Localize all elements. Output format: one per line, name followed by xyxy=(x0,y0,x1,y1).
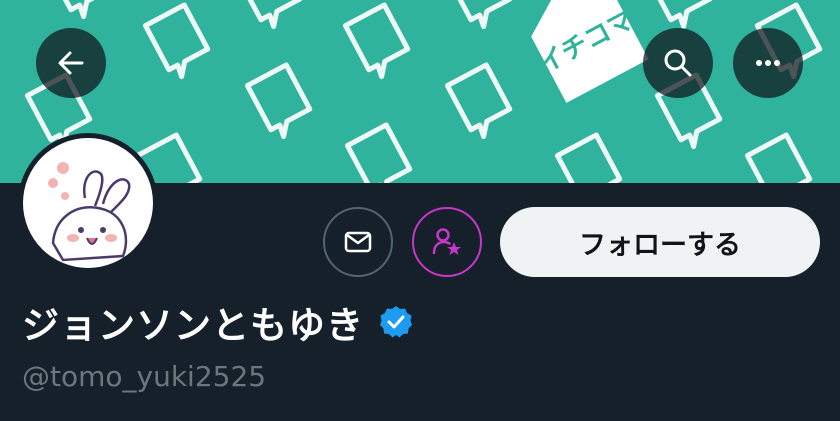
more-horizontal-icon xyxy=(756,60,780,66)
arrow-left-icon xyxy=(58,51,84,75)
banner-sign-icon: イチコマ xyxy=(531,0,649,103)
name-row: ジョンソンともゆき xyxy=(22,295,414,349)
back-button[interactable] xyxy=(36,28,106,98)
search-button[interactable] xyxy=(643,28,713,98)
person-star-icon xyxy=(432,228,461,255)
follow-button[interactable]: フォローする xyxy=(500,207,820,277)
display-name: ジョンソンともゆき xyxy=(22,304,364,347)
message-button[interactable] xyxy=(323,207,393,277)
subscribe-button[interactable] xyxy=(412,207,482,277)
rabbit-avatar-icon xyxy=(23,138,153,268)
avatar[interactable] xyxy=(18,133,158,273)
more-button[interactable] xyxy=(733,28,803,98)
user-handle: @tomo_yuki2525 xyxy=(22,360,267,393)
verified-badge-icon[interactable] xyxy=(378,304,414,340)
envelope-icon xyxy=(344,231,372,253)
search-icon xyxy=(664,49,692,77)
